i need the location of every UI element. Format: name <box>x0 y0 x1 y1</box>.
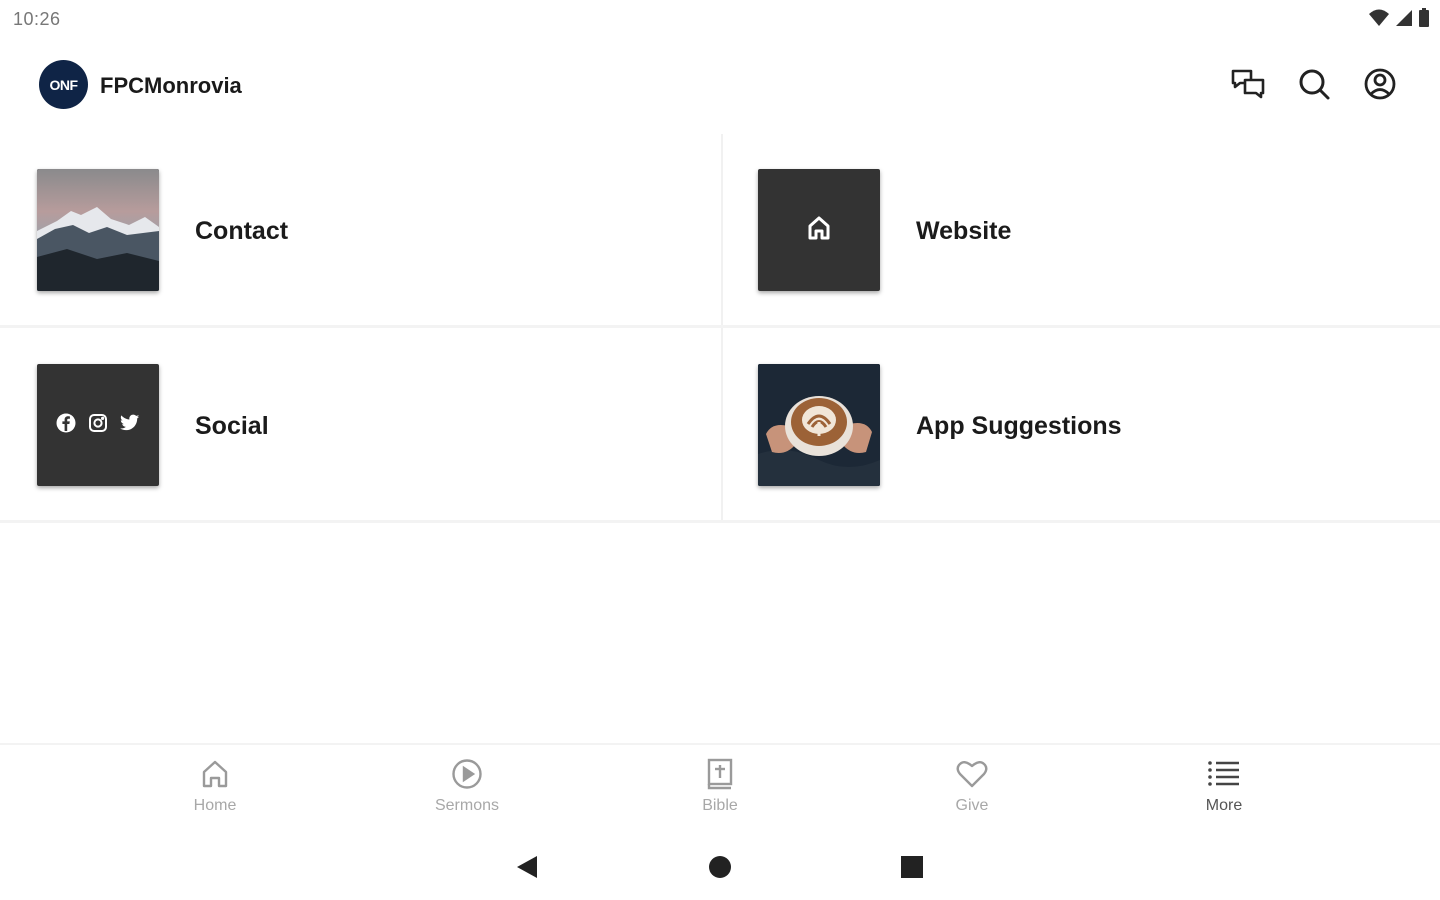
home-circle-icon[interactable] <box>703 850 737 884</box>
status-time: 10:26 <box>13 9 61 29</box>
app-title: FPCMonrovia <box>100 73 242 98</box>
bible-icon <box>703 757 737 791</box>
signal-icon <box>1394 8 1414 33</box>
tile-label: Contact <box>195 217 289 245</box>
nav-item-home[interactable]: Home <box>155 757 275 827</box>
nav-label: Sermons <box>434 797 500 814</box>
account-icon[interactable] <box>1362 66 1398 102</box>
church-logo[interactable]: ONF <box>39 60 88 109</box>
play-circle-icon <box>450 757 484 791</box>
nav-label: Home <box>193 797 237 814</box>
home-icon <box>807 215 831 246</box>
instagram-icon <box>88 413 108 438</box>
recents-icon[interactable] <box>895 850 929 884</box>
nav-label: Give <box>955 797 989 814</box>
nav-label: More <box>1205 797 1243 814</box>
bottom-nav: Home Sermons Bible Give More <box>0 743 1440 828</box>
app-bar: ONF FPCMonrovia <box>0 44 1440 126</box>
system-nav-bar <box>0 836 1440 896</box>
home-icon <box>198 757 232 791</box>
app-actions <box>1230 66 1398 102</box>
battery-icon <box>1418 8 1430 33</box>
nav-item-more[interactable]: More <box>1164 757 1284 827</box>
tile-app-suggestions[interactable]: App Suggestions <box>721 329 1440 522</box>
twitter-icon <box>120 414 140 437</box>
nav-item-bible[interactable]: Bible <box>660 757 780 827</box>
tile-label: Website <box>916 217 1012 245</box>
nav-item-give[interactable]: Give <box>912 757 1032 827</box>
tile-contact[interactable]: Contact <box>0 134 721 327</box>
back-icon[interactable] <box>510 850 544 884</box>
facebook-icon <box>56 413 76 438</box>
search-icon[interactable] <box>1296 66 1332 102</box>
nav-label: Bible <box>702 797 738 814</box>
list-icon <box>1207 757 1241 791</box>
chat-icon[interactable] <box>1230 66 1266 102</box>
status-icons <box>1368 8 1430 33</box>
heart-icon <box>955 757 989 791</box>
mountain-photo <box>37 169 159 291</box>
wifi-icon <box>1368 8 1390 33</box>
thumb-website <box>758 169 880 291</box>
logo-text: ONF <box>49 76 78 93</box>
tile-label: App Suggestions <box>916 412 1122 440</box>
tile-social[interactable]: Social <box>0 329 721 522</box>
menu-grid: Contact Website Social App Suggestions <box>0 134 1440 523</box>
nav-item-sermons[interactable]: Sermons <box>407 757 527 827</box>
status-bar: 10:26 <box>0 0 1440 40</box>
tile-website[interactable]: Website <box>721 134 1440 327</box>
thumb-social <box>37 364 159 486</box>
coffee-photo <box>758 364 880 486</box>
tile-label: Social <box>195 412 269 440</box>
